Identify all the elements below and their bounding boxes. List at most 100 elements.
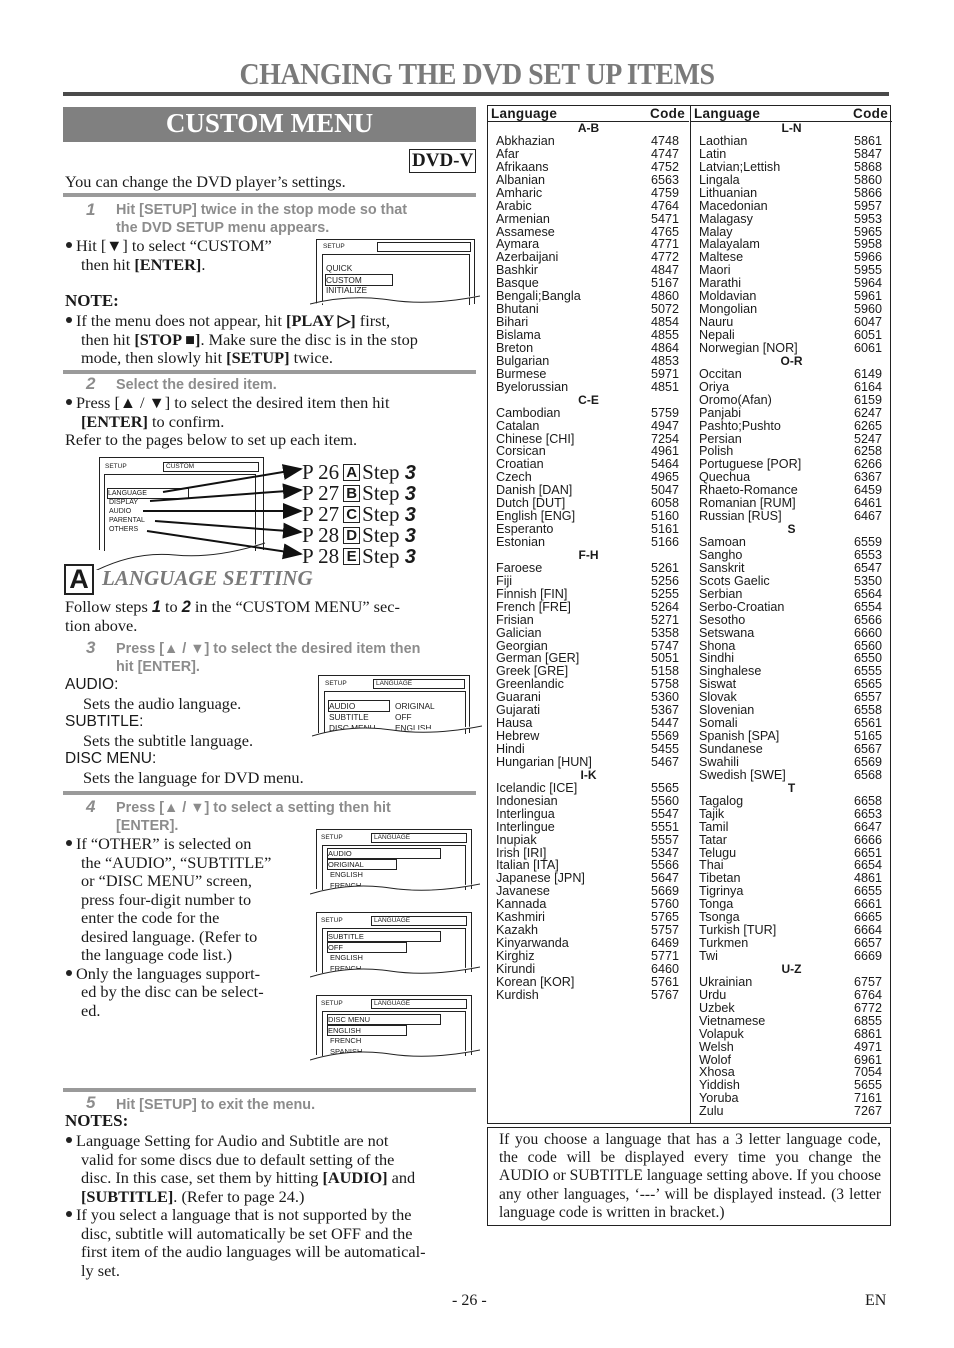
language-code: 5551	[650, 819, 679, 834]
language-code: 6563	[650, 172, 679, 187]
page-ref-e[interactable]: P 28 E Step 3	[302, 546, 416, 568]
language-name: Kirundi	[496, 961, 536, 976]
screen-header: SETUP	[323, 243, 345, 250]
language-name: Sangho	[699, 547, 743, 562]
bullet-icon	[66, 840, 72, 847]
language-name: Serbian	[699, 586, 743, 601]
table-rows-right: L-N Laothian 5861 Latin 5847 Latvian;Lettish 5…	[691, 122, 892, 1118]
language-code: 5467	[650, 754, 679, 769]
language-code: 5957	[853, 198, 882, 213]
note-text: If you choose a language that has a 3 le…	[499, 1131, 881, 1221]
menu-value: ORIGINAL	[395, 701, 435, 711]
language-code: 6467	[853, 509, 882, 524]
language-name: Panjabi	[699, 405, 742, 420]
table-row: Panjabi 6247	[691, 405, 892, 420]
table-row: Latvian;Lettish 5868	[691, 160, 892, 174]
menu-value: OFF	[395, 712, 412, 722]
language-code: 5953	[853, 211, 882, 226]
table-row: Oromo(Afan) 6159	[691, 393, 892, 407]
table-row: Fiji 5256	[488, 573, 689, 588]
language-name: Macedonian	[699, 198, 768, 213]
language-code: 6265	[853, 418, 882, 433]
table-row: Sangho 6553	[691, 547, 892, 562]
bullet-text: ed.	[81, 1000, 101, 1020]
language-code: 5255	[650, 586, 679, 601]
step-number: 2	[86, 374, 96, 393]
page-ref-a[interactable]: P 26 A Step 3	[302, 462, 416, 484]
table-header: Language Code	[488, 106, 689, 122]
menu-item-selected: AUDIO	[328, 700, 390, 712]
step-3-text: Press [▲ / ▼] to select the desired item…	[116, 640, 420, 676]
language-code: 4748	[650, 133, 679, 148]
page-title: CHANGING THE DVD SET UP ITEMS	[239, 56, 715, 91]
language-name: Latin	[699, 146, 727, 161]
dvd-v-badge: DVD-V	[409, 149, 477, 173]
bullet-icon	[66, 1137, 72, 1144]
language-name: Indonesian	[496, 793, 558, 808]
table-rows-left: A-B Abkhazian 4748 Afar 4747 Afrikaans 4752 Alb…	[488, 122, 689, 1002]
text: Follow steps	[65, 597, 152, 616]
language-code: 4764	[650, 198, 679, 213]
table-row: Lithuanian 5866	[691, 185, 892, 200]
step-2: 2	[86, 374, 95, 394]
language-name: Tamil	[699, 819, 729, 834]
ref-step: 3	[404, 504, 416, 526]
language-name: Pashto;Pushto	[699, 418, 781, 433]
table-row: Serbian 6564	[691, 586, 892, 601]
language-code: 6647	[853, 819, 882, 834]
page-ref-b[interactable]: P 27 B Step 3	[302, 483, 416, 505]
table-row: Ukrainian 6757	[691, 974, 892, 989]
language-code: 5256	[650, 573, 679, 588]
table-row: Zulu 7267	[691, 1105, 892, 1118]
screen-header-box: LANGUAGE	[371, 916, 467, 926]
ref-letter: E	[343, 548, 361, 565]
header-code: Code	[650, 106, 685, 121]
ref-letter: B	[343, 485, 361, 502]
divider	[63, 193, 476, 197]
language-items: AUDIO: Sets the audio language. SUBTITLE…	[65, 676, 304, 787]
note-text: then hit	[81, 329, 135, 349]
enter-key: [ENTER]	[81, 411, 148, 431]
language-name: Hindi	[496, 742, 525, 756]
step-ref: 1	[151, 598, 161, 616]
note-heading: NOTE:	[65, 291, 119, 310]
table-row: Volapuk 6861	[691, 1027, 892, 1041]
language-code: 5557	[650, 832, 679, 847]
table-group-header: O-R	[780, 353, 803, 368]
screen-title: SUBTITLE	[327, 931, 441, 942]
page-ref-c[interactable]: P 27 C Step 3	[302, 504, 416, 526]
table-row: Setswana 6660	[691, 626, 892, 640]
step-5-text: Hit [SETUP] to exit the menu.	[116, 1097, 316, 1113]
language-name: Arabic	[496, 198, 532, 213]
language-code: 5767	[650, 987, 679, 1002]
table-row: Inupiak 5557	[488, 832, 689, 847]
bullet-icon	[66, 1211, 72, 1218]
language-code: 6757	[853, 974, 882, 989]
menu-item: ENGLISH	[330, 870, 363, 879]
language-code: 5866	[853, 185, 882, 200]
language-name: Norwegian [NOR]	[699, 340, 798, 355]
language-name: Estonian	[496, 535, 546, 549]
step-number: 5	[86, 1093, 96, 1112]
note-text: and	[387, 1168, 416, 1187]
language-name: Amharic	[496, 185, 543, 200]
page-ref-d[interactable]: P 28 D Step 3	[302, 525, 416, 547]
language-code: 6149	[853, 366, 882, 381]
table-row: Tatar 6666	[691, 833, 892, 847]
language-code: 4759	[650, 185, 679, 200]
language-name: Sanskrit	[699, 560, 745, 575]
bullet-text: then hit	[81, 254, 135, 274]
language-name: Hungarian [HUN]	[496, 754, 592, 769]
language-code: 5759	[650, 405, 679, 420]
language-name: Swedish [SWE]	[699, 767, 786, 782]
language-code: 5264	[650, 599, 679, 614]
arrows-diagram	[95, 464, 303, 570]
arrow-parental	[154, 520, 303, 539]
table-row: Afrikaans 4752	[488, 160, 689, 174]
language-name: Ukrainian	[699, 974, 753, 989]
language-name: Samoan	[699, 535, 746, 549]
divider	[63, 370, 476, 374]
table-row: Cambodian 5759	[488, 405, 689, 420]
audio-key: [AUDIO]	[322, 1168, 388, 1187]
language-name: Faroese	[496, 560, 543, 575]
